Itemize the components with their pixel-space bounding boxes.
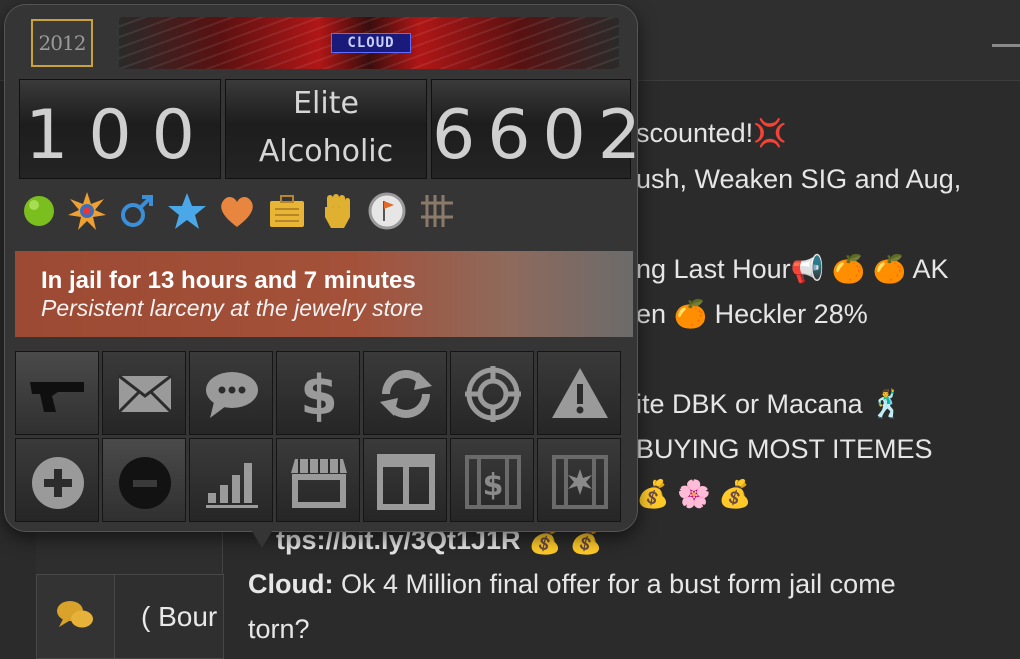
level-value: 100 (25, 96, 215, 175)
chat-tab-button[interactable] (36, 574, 115, 659)
player-id-value: 6602 (432, 96, 654, 175)
chat-line: ng Last Hour📢 🍊 🍊 AK (636, 254, 949, 284)
svg-text:$: $ (300, 364, 338, 424)
bounty-button[interactable] (450, 351, 534, 435)
star-icon[interactable] (167, 191, 207, 231)
rank-line-2: Alcoholic (258, 134, 394, 169)
chat-line: BUYING MOST ITEMES (636, 434, 933, 464)
refresh-arrows-icon (380, 370, 432, 418)
chat-line: 💰 🌸 💰 (636, 479, 752, 509)
heart-icon[interactable] (217, 191, 257, 231)
clock-flag-icon[interactable] (367, 191, 407, 231)
bail-button[interactable]: $ (450, 438, 534, 522)
profile-popup: 2012 CLOUD 100 Elite Alcoholic 6602 In j… (4, 4, 654, 532)
minus-circle-icon (119, 457, 171, 509)
bust-button[interactable] (537, 438, 621, 522)
chat-line: ush, Weaken SIG and Aug, (636, 164, 962, 194)
tab-label: ( Bour (141, 601, 218, 632)
gun-icon (30, 382, 84, 412)
online-dot-icon[interactable] (19, 191, 59, 231)
crosshair-icon (465, 366, 521, 422)
add-enemy-button[interactable] (102, 438, 186, 522)
add-friend-button[interactable] (15, 438, 99, 522)
level-counter: 100 (19, 79, 221, 179)
chat-message: Cloud: Ok 4 Million final offer for a bu… (248, 568, 896, 600)
dollar-icon: $ (300, 364, 338, 424)
rank-line-1: Elite (293, 86, 359, 121)
chat-line: scounted!💢 (636, 118, 787, 148)
male-icon[interactable] (117, 191, 157, 231)
chat-button[interactable] (189, 351, 273, 435)
profile-banner[interactable]: CLOUD (119, 17, 619, 69)
plus-circle-icon (32, 457, 84, 509)
trade-button[interactable] (363, 351, 447, 435)
display-case-icon (377, 454, 435, 510)
jail-duration: In jail for 13 hours and 7 minutes (41, 267, 416, 294)
badge-burst-icon[interactable] (67, 191, 107, 231)
fist-icon[interactable] (317, 191, 357, 231)
jail-bars-icon[interactable] (417, 191, 457, 231)
bar-chart-icon (206, 463, 258, 508)
message-button[interactable] (102, 351, 186, 435)
display-case-button[interactable] (363, 438, 447, 522)
chat-line: en 🍊 Heckler 28% (636, 299, 868, 329)
attack-button[interactable] (15, 351, 99, 435)
jail-bust-icon (552, 455, 608, 509)
id-counter: 6602 (431, 79, 654, 179)
bazaar-button[interactable] (276, 438, 360, 522)
jail-dollar-icon: $ (465, 455, 521, 509)
chat-line: ite DBK or Macana 🕺 (636, 389, 904, 419)
avatar[interactable]: 2012 (31, 19, 93, 67)
shop-icon (291, 459, 347, 508)
chat-tab-bour[interactable]: ( Bour (114, 574, 224, 659)
chat-author[interactable]: Cloud: (248, 569, 333, 599)
report-button[interactable] (537, 351, 621, 435)
banner-name: CLOUD (331, 33, 411, 53)
envelope-icon (117, 374, 173, 414)
stats-button[interactable] (189, 438, 273, 522)
rank-box: Elite Alcoholic (225, 79, 427, 179)
speech-bubble-icon (206, 372, 258, 418)
action-buttons: $ $ (15, 351, 623, 523)
briefcase-icon[interactable] (267, 191, 307, 231)
chat-line: torn? (248, 614, 310, 644)
chat-text: Ok 4 Million final offer for a bust form… (333, 569, 896, 599)
jail-reason: Persistent larceny at the jewelry store (41, 295, 424, 321)
svg-text:$: $ (483, 468, 504, 503)
chat-bubbles-icon (57, 601, 93, 628)
warning-icon (552, 368, 608, 418)
popup-pointer (250, 528, 274, 548)
jail-status-banner: In jail for 13 hours and 7 minutes Persi… (15, 251, 633, 337)
send-money-button[interactable]: $ (276, 351, 360, 435)
minimize-icon[interactable] (992, 44, 1020, 47)
